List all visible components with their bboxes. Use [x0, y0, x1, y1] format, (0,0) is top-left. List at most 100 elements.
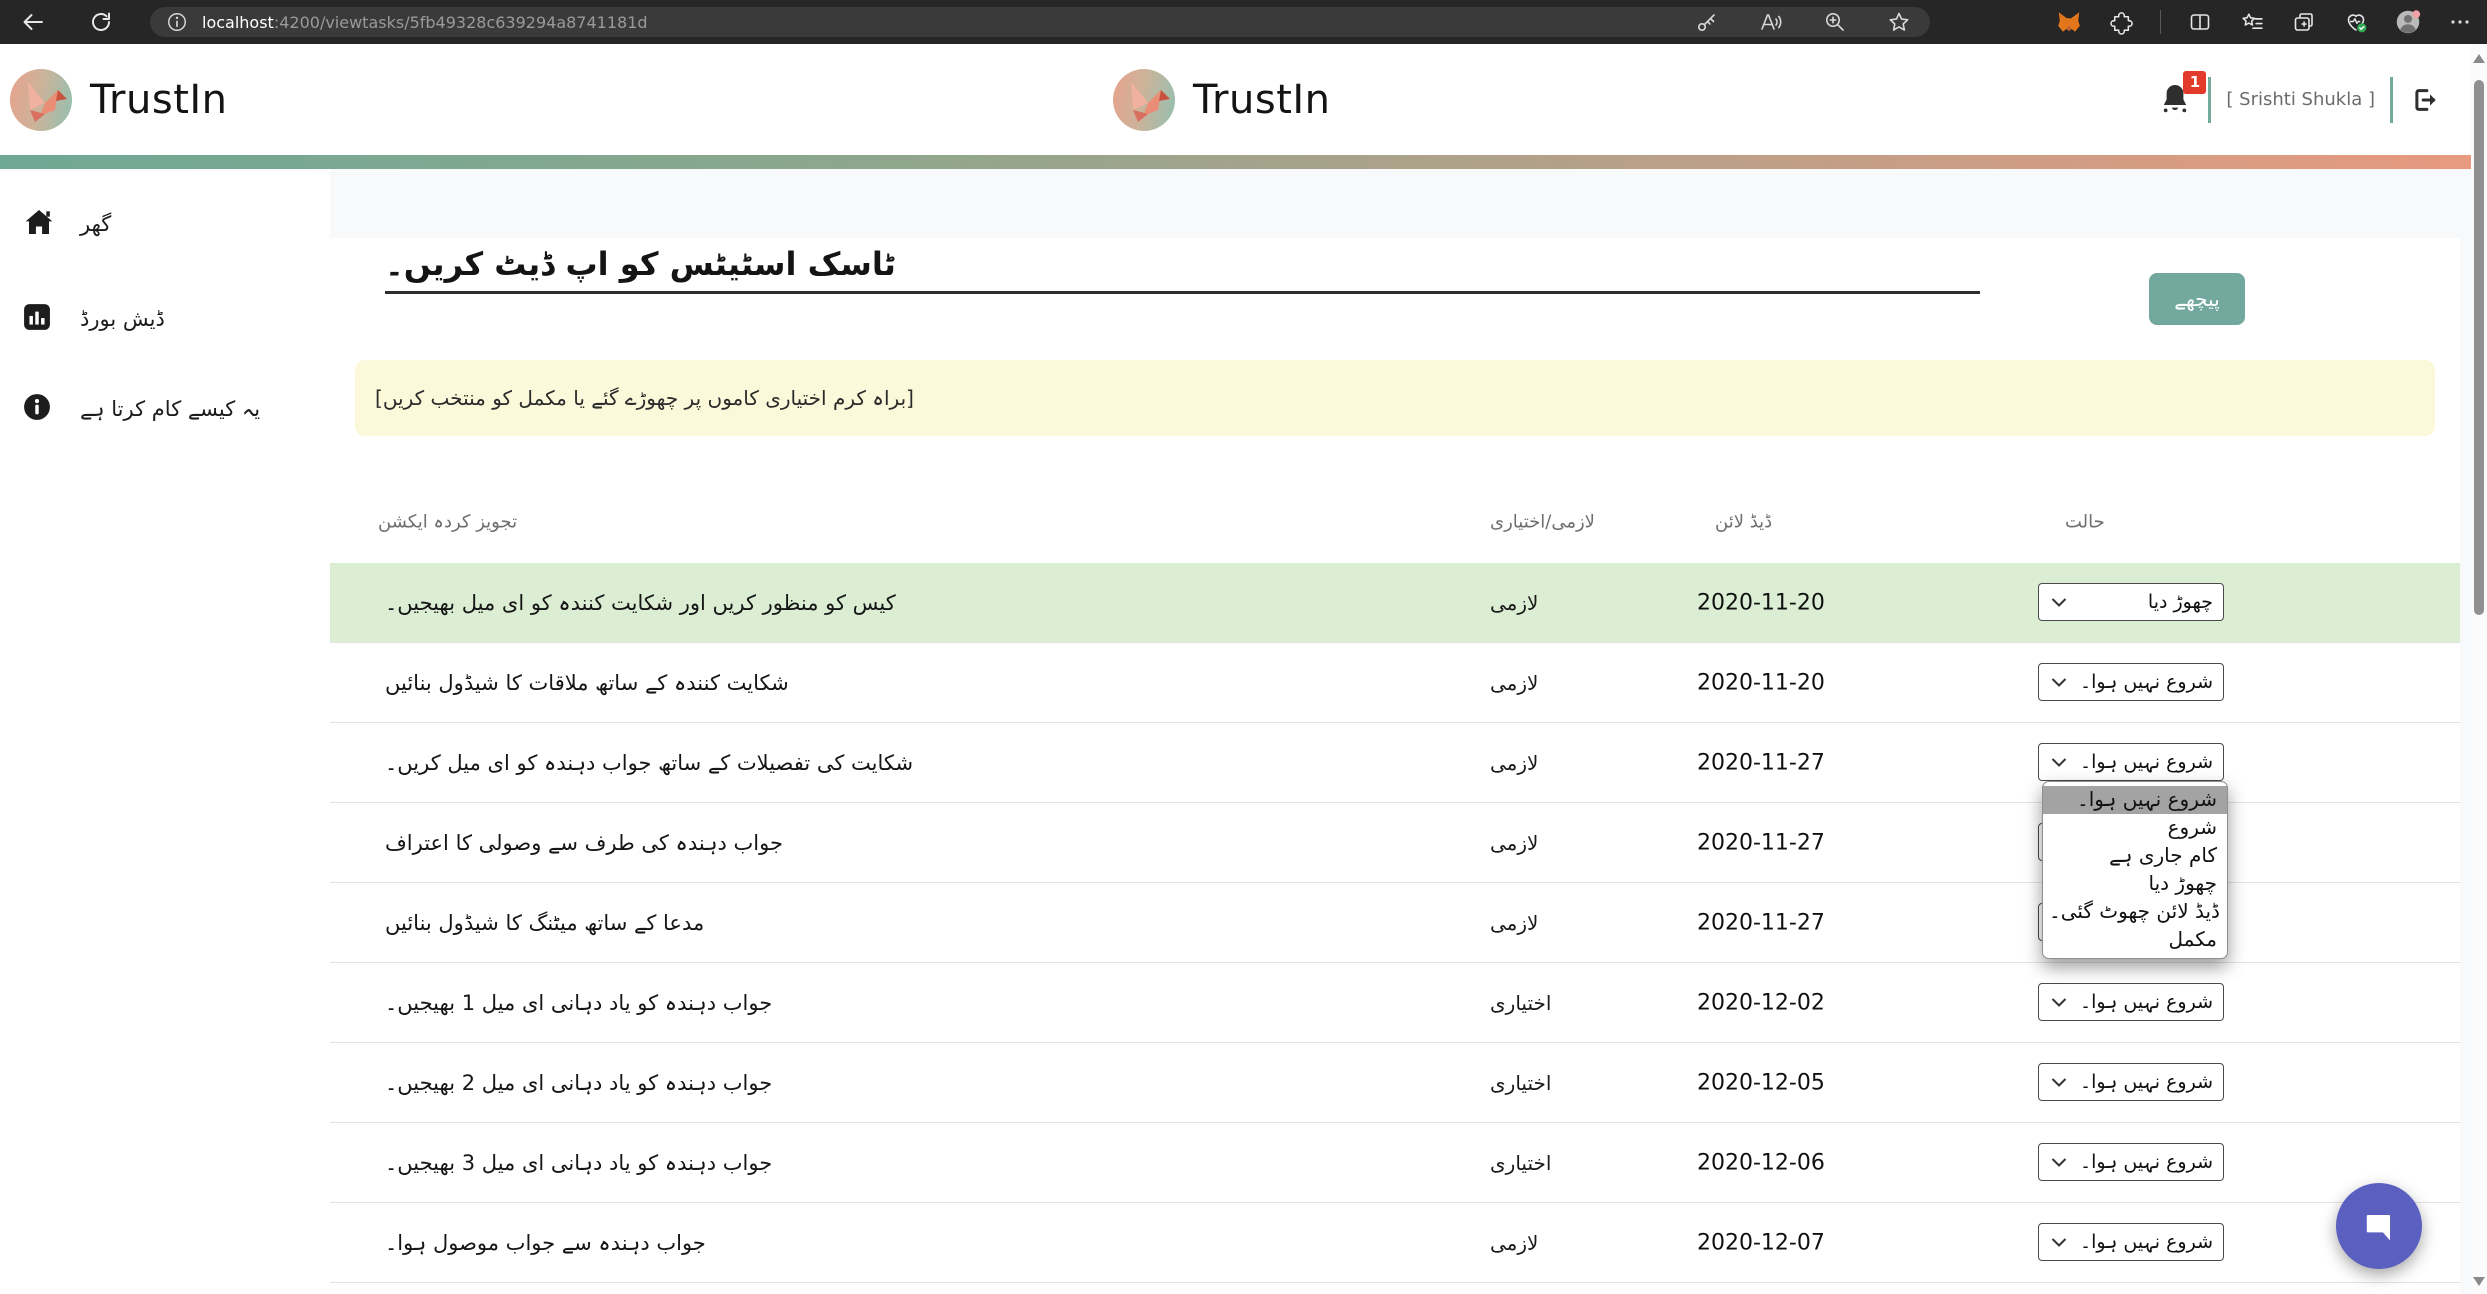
brand-logo-center: TrustIn [1113, 69, 1331, 131]
status-option[interactable]: چھوڑ دیا [2043, 870, 2227, 898]
metamask-icon[interactable] [2056, 9, 2082, 35]
content-card: ٹاسک اسٹیٹس کو اپ ڈیٹ کریں۔ پیچھے [براہ … [330, 238, 2460, 1294]
chevron-down-icon [2051, 598, 2067, 607]
column-header-requirement: لازمی/اختیاری [1490, 511, 1595, 532]
notice-banner: [براہ کرم اختیاری کاموں پر چھوڑے گئے یا … [355, 360, 2435, 436]
toolbar-extensions [2056, 0, 2473, 44]
status-select[interactable]: شروع نہیں ہوا۔ [2038, 983, 2224, 1021]
brand-logo[interactable]: TrustIn [10, 69, 228, 131]
browser-toolbar: localhost:4200/viewtasks/5fb49328c639294… [0, 0, 2487, 44]
crane-logo-icon [1113, 69, 1175, 131]
more-options-icon[interactable] [2447, 9, 2473, 35]
crane-logo-icon [10, 69, 72, 131]
column-header-action: تجویز کردہ ایکشن [378, 511, 517, 532]
status-select[interactable]: شروع نہیں ہوا۔ [2038, 1223, 2224, 1261]
task-requirement: لازمی [1490, 911, 1538, 935]
brand-gradient-bar [0, 155, 2487, 169]
task-action: جواب دہندہ کو یاد دہانی ای میل 2 بھیجیں۔ [385, 1071, 772, 1095]
status-option[interactable]: شروع نہیں ہوا۔ [2043, 786, 2227, 814]
url-host: localhost [202, 13, 274, 32]
back-icon[interactable] [20, 9, 46, 35]
back-page-button[interactable]: پیچھے [2149, 273, 2245, 325]
status-select[interactable]: شروع نہیں ہوا۔ [2038, 743, 2224, 781]
home-icon [23, 207, 55, 241]
task-action: کیس کو منظور کریں اور شکایت کنندہ کو ای … [385, 591, 896, 615]
notice-text: [براہ کرم اختیاری کاموں پر چھوڑے گئے یا … [375, 386, 914, 410]
status-option[interactable]: کام جاری ہے [2043, 842, 2227, 870]
scrollbar-thumb[interactable] [2474, 80, 2484, 615]
notification-badge: 1 [2183, 71, 2206, 94]
favorites-bar-icon[interactable] [2239, 9, 2265, 35]
brand-name: TrustIn [90, 77, 228, 123]
column-header-status: حالت [2065, 511, 2105, 532]
task-action: جواب دہندہ سے جواب موصول ہوا۔ [385, 1231, 706, 1255]
table-row: جواب دہندہ سے جواب موصول ہوا۔ لازمی 2020… [330, 1203, 2460, 1283]
read-aloud-icon[interactable] [1758, 9, 1784, 35]
extensions-icon[interactable] [2108, 9, 2134, 35]
status-select-value: شروع نہیں ہوا۔ [2080, 751, 2213, 773]
sidebar-item-dashboard[interactable]: ڈیش بورڈ [0, 289, 330, 349]
status-select-value: شروع نہیں ہوا۔ [2080, 671, 2213, 693]
chat-launcher-button[interactable] [2336, 1183, 2422, 1269]
favorite-star-icon[interactable] [1886, 9, 1912, 35]
task-deadline: 2020-12-07 [1697, 1230, 1825, 1255]
collections-icon[interactable] [2291, 9, 2317, 35]
chevron-down-icon [2051, 678, 2067, 687]
chevron-down-icon [2051, 998, 2067, 1007]
task-action: جواب دہندہ کو یاد دہانی ای میل 1 بھیجیں۔ [385, 991, 772, 1015]
url-path: :4200/viewtasks/5fb49328c639294a8741181d [274, 13, 648, 32]
sidebar-item-label: گھر [80, 212, 111, 236]
status-select-value: شروع نہیں ہوا۔ [2080, 1231, 2213, 1253]
status-select[interactable]: شروع نہیں ہوا۔ [2038, 1143, 2224, 1181]
task-action: مدعا کے ساتھ میٹنگ کا شیڈول بنائیں [385, 911, 704, 935]
sidebar: گھر ڈیش بورڈ یہ کیسے کام کرتا ہے [0, 169, 330, 1294]
task-action: شکایت کنندہ کے ساتھ ملاقات کا شیڈول بنائ… [385, 671, 789, 695]
scrollbar-up-arrow[interactable] [2473, 54, 2485, 63]
status-select[interactable]: شروع نہیں ہوا۔ [2038, 663, 2224, 701]
sidebar-item-how-it-works[interactable]: یہ کیسے کام کرتا ہے [0, 379, 330, 439]
status-select[interactable]: چھوڑ دیا [2038, 583, 2224, 621]
task-requirement: لازمی [1490, 1231, 1538, 1255]
status-select-value: چھوڑ دیا [2148, 591, 2213, 613]
toolbar-divider [2160, 10, 2161, 34]
browser-essentials-icon[interactable] [2343, 9, 2369, 35]
task-deadline: 2020-11-27 [1697, 830, 1825, 855]
task-table-header: تجویز کردہ ایکشن لازمی/اختیاری ڈیڈ لائن … [330, 480, 2460, 563]
logout-icon [2410, 85, 2440, 115]
url-text: localhost:4200/viewtasks/5fb49328c639294… [202, 13, 648, 32]
scrollbar-down-arrow[interactable] [2473, 1277, 2485, 1286]
screen: localhost:4200/viewtasks/5fb49328c639294… [0, 0, 2487, 1294]
status-option[interactable]: شروع [2043, 814, 2227, 842]
status-select-value: شروع نہیں ہوا۔ [2080, 1071, 2213, 1093]
header-divider [2208, 77, 2211, 123]
site-info-icon[interactable] [164, 9, 190, 35]
task-requirement: اختیاری [1490, 1151, 1551, 1175]
zoom-in-icon[interactable] [1822, 9, 1848, 35]
chevron-down-icon [2051, 1238, 2067, 1247]
status-option[interactable]: ڈیڈ لائن چھوٹ گئی۔ [2043, 898, 2227, 926]
task-action: جواب دہندہ کو یاد دہانی ای میل 3 بھیجیں۔ [385, 1151, 772, 1175]
status-dropdown-list: شروع نہیں ہوا۔شروعکام جاری ہےچھوڑ دیاڈیڈ… [2042, 781, 2228, 959]
address-bar[interactable]: localhost:4200/viewtasks/5fb49328c639294… [150, 7, 1930, 37]
task-deadline: 2020-11-20 [1697, 590, 1825, 615]
page-scrollbar[interactable] [2471, 44, 2487, 1294]
password-key-icon[interactable] [1694, 9, 1720, 35]
notifications-button[interactable]: 1 [2159, 81, 2193, 119]
chevron-down-icon [2051, 758, 2067, 767]
task-requirement: لازمی [1490, 751, 1538, 775]
status-option[interactable]: مکمل [2043, 926, 2227, 954]
task-deadline: 2020-11-20 [1697, 670, 1825, 695]
status-select[interactable]: شروع نہیں ہوا۔ [2038, 1063, 2224, 1101]
task-deadline: 2020-11-27 [1697, 750, 1825, 775]
sidebar-item-label: ڈیش بورڈ [80, 307, 165, 331]
profile-avatar[interactable] [2395, 9, 2421, 35]
logout-button[interactable] [2408, 83, 2442, 117]
sidebar-item-home[interactable]: گھر [0, 194, 330, 254]
task-deadline: 2020-12-02 [1697, 990, 1825, 1015]
task-deadline: 2020-12-05 [1697, 1070, 1825, 1095]
chevron-down-icon [2051, 1158, 2067, 1167]
refresh-icon[interactable] [88, 9, 114, 35]
chevron-down-icon [2051, 1078, 2067, 1087]
table-row: جواب دہندہ کو یاد دہانی ای میل 2 بھیجیں۔… [330, 1043, 2460, 1123]
split-screen-icon[interactable] [2187, 9, 2213, 35]
